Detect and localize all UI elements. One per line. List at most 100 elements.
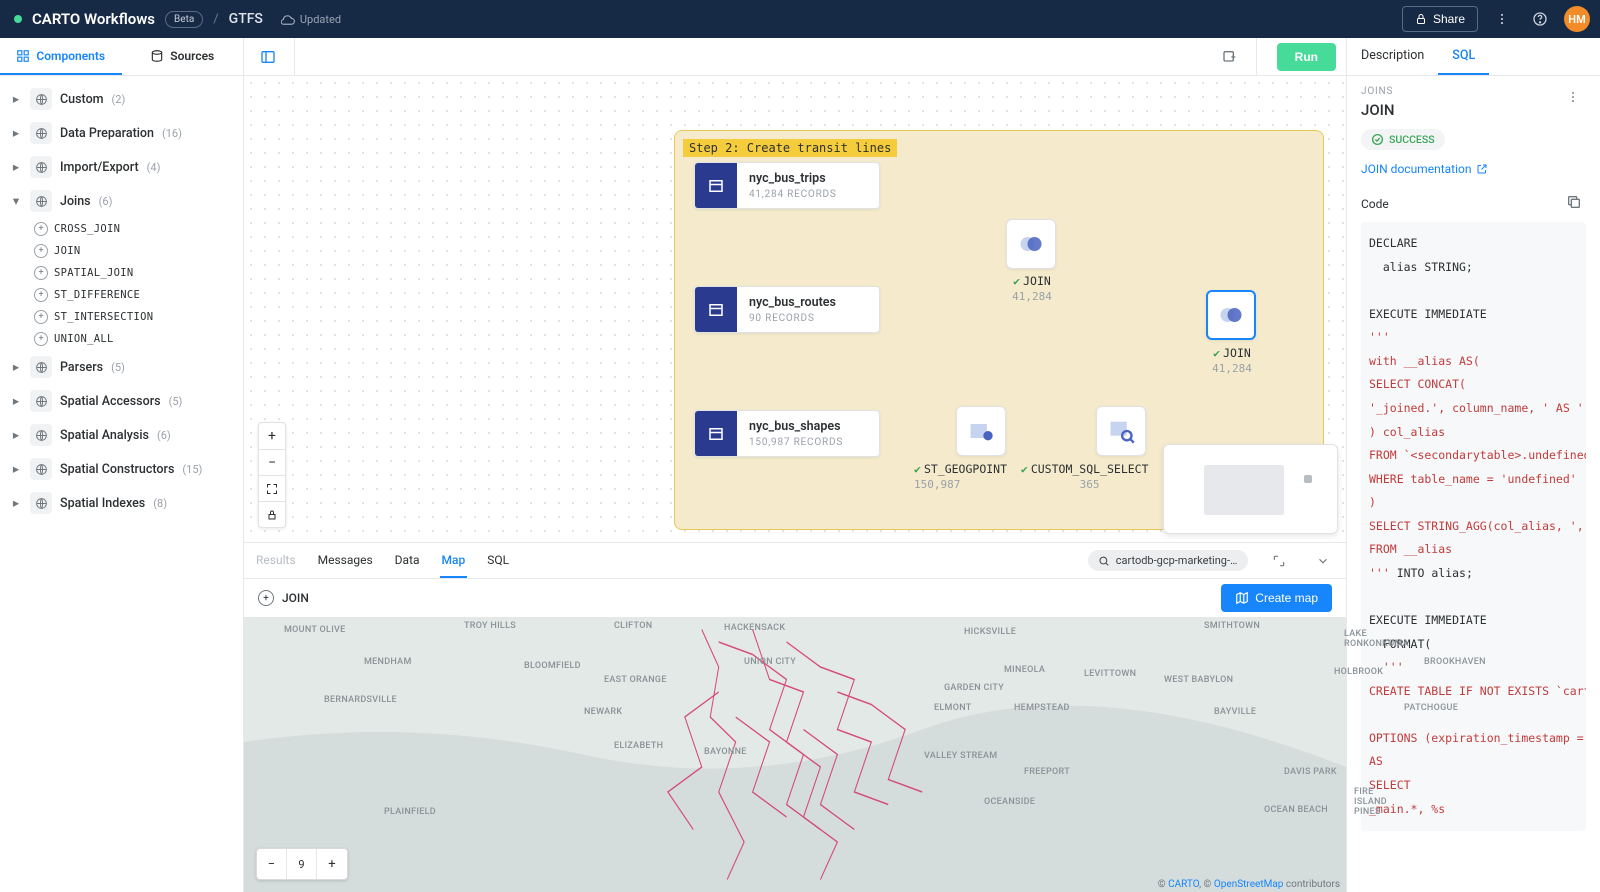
chevron-icon: ▸ (10, 393, 22, 409)
check-circle-icon (1371, 133, 1384, 146)
category-count: (16) (162, 127, 182, 140)
sidebar-category[interactable]: ▸ Import/Export (4) (4, 150, 239, 184)
avatar[interactable]: HM (1564, 6, 1590, 32)
map-city-label: EAST ORANGE (604, 675, 667, 685)
panel-menu-icon[interactable] (1560, 84, 1586, 110)
share-button[interactable]: Share (1402, 6, 1478, 32)
component-name: ST_DIFFERENCE (54, 289, 140, 301)
node-nyc-bus-routes[interactable]: nyc_bus_routes90 records (694, 286, 880, 333)
category-name: Spatial Analysis (60, 428, 149, 443)
tab-sql-right[interactable]: SQL (1438, 38, 1489, 75)
tab-results[interactable]: Results (254, 544, 298, 578)
category-count: (4) (147, 161, 161, 174)
node-nyc-bus-shapes[interactable]: nyc_bus_shapes150,987 records (694, 410, 880, 457)
breadcrumb-workflow[interactable]: GTFS (229, 11, 263, 27)
globe-icon (30, 390, 52, 412)
sidebar-component-item[interactable]: +SPATIAL_JOIN (4, 262, 239, 284)
tab-map[interactable]: Map (440, 544, 468, 578)
map-city-label: FIRE ISLAND PINES (1354, 787, 1387, 817)
sidebar-category[interactable]: ▸ Parsers (5) (4, 350, 239, 384)
node-op-count: 41,284 (992, 290, 1072, 303)
carto-link[interactable]: CARTO (1168, 879, 1199, 890)
tab-sql[interactable]: SQL (485, 544, 511, 578)
chevron-icon: ▸ (10, 461, 22, 477)
component-name: ST_INTERSECTION (54, 311, 153, 323)
map-city-label: MENDHAM (364, 657, 412, 667)
node-join-2-selected[interactable] (1206, 290, 1256, 340)
category-count: (6) (99, 195, 113, 208)
zoom-in-button[interactable]: + (259, 423, 285, 449)
tab-data[interactable]: Data (393, 544, 422, 578)
components-icon (16, 49, 30, 63)
node-subtitle: 150,987 records (749, 437, 843, 448)
map-zoom-in[interactable]: + (317, 849, 347, 879)
map-city-label: HACKENSACK (724, 623, 785, 633)
map-viewport[interactable]: MOUNT OLIVETROY HILLSCLIFTONHACKENSACKHI… (244, 617, 1346, 892)
connection-text: cartodb-gcp-marketing-t… (1116, 554, 1238, 567)
node-nyc-bus-trips[interactable]: nyc_bus_trips41,284 records (694, 162, 880, 209)
sidebar-component-item[interactable]: +UNION_ALL (4, 328, 239, 350)
sidebar-category[interactable]: ▸ Spatial Accessors (5) (4, 384, 239, 418)
tab-description[interactable]: Description (1347, 38, 1438, 75)
map-zoom-out[interactable]: − (257, 849, 287, 879)
zoom-fit-button[interactable] (259, 475, 285, 501)
map-city-label: VALLEY STREAM (924, 751, 997, 761)
sidebar-component-item[interactable]: +JOIN (4, 240, 239, 262)
zoom-out-button[interactable]: − (259, 449, 285, 475)
sidebar-component-item[interactable]: +ST_INTERSECTION (4, 306, 239, 328)
expand-panel-icon[interactable] (1266, 548, 1292, 574)
sidebar-category[interactable]: ▸ Spatial Indexes (8) (4, 486, 239, 520)
copy-code-icon[interactable] (1566, 194, 1586, 214)
node-op-count: 150,987 (914, 478, 960, 491)
node-subtitle: 90 records (749, 313, 836, 324)
map-city-label: GARDEN CITY (944, 683, 1004, 693)
connection-pill[interactable]: cartodb-gcp-marketing-t… (1088, 550, 1248, 571)
add-layer-icon[interactable]: + (258, 590, 274, 606)
globe-icon (30, 458, 52, 480)
minimap[interactable] (1163, 444, 1338, 534)
bottom-panel: Results Messages Data Map SQL cartodb-gc… (244, 542, 1346, 892)
chevron-icon: ▾ (10, 193, 22, 209)
documentation-link[interactable]: JOIN documentation (1361, 162, 1586, 176)
sidebar-category[interactable]: ▸ Spatial Constructors (15) (4, 452, 239, 486)
node-join-1[interactable] (1006, 219, 1056, 269)
kebab-menu-icon[interactable] (1488, 5, 1516, 33)
node-op-name: JOIN (1223, 346, 1251, 360)
tab-components[interactable]: Components (0, 38, 122, 75)
zoom-lock-button[interactable] (259, 501, 285, 527)
category-name: Import/Export (60, 160, 139, 175)
category-name: Spatial Indexes (60, 496, 145, 511)
tab-sources-label: Sources (170, 49, 214, 63)
sidebar-category[interactable]: ▸ Data Preparation (16) (4, 116, 239, 150)
node-custom-sql[interactable] (1096, 406, 1146, 456)
globe-icon (30, 122, 52, 144)
sidebar-component-item[interactable]: +CROSS_JOIN (4, 218, 239, 240)
sidebar-component-item[interactable]: +ST_DIFFERENCE (4, 284, 239, 306)
add-module-icon[interactable] (1216, 43, 1244, 71)
osm-link[interactable]: OpenStreetMap (1214, 879, 1284, 890)
sql-code-block[interactable]: DECLARE alias STRING; EXECUTE IMMEDIATE … (1361, 222, 1586, 831)
code-label: Code (1361, 197, 1389, 211)
venn-icon (1017, 230, 1045, 258)
node-st-geogpoint[interactable] (956, 406, 1006, 456)
sources-icon (150, 49, 164, 63)
map-city-label: UNION CITY (744, 657, 796, 667)
sync-status-text: Updated (300, 13, 341, 26)
chevron-icon: ▸ (10, 359, 22, 375)
tab-sources[interactable]: Sources (122, 38, 244, 75)
sidebar-category[interactable]: ▾ Joins (6) (4, 184, 239, 218)
map-city-label: LEVITTOWN (1084, 669, 1136, 679)
panel-toggle-icon[interactable] (254, 43, 282, 71)
tab-messages[interactable]: Messages (316, 544, 375, 578)
sidebar-category[interactable]: ▸ Custom (2) (4, 82, 239, 116)
collapse-panel-icon[interactable] (1310, 548, 1336, 574)
create-map-button[interactable]: Create map (1221, 584, 1332, 612)
map-city-label: WEST BABYLON (1164, 675, 1233, 685)
workflow-canvas[interactable]: Step 2: Create transit lines nyc_bus_tri… (244, 76, 1346, 542)
sidebar-category[interactable]: ▸ Spatial Analysis (6) (4, 418, 239, 452)
globe-icon (30, 492, 52, 514)
add-icon: + (34, 222, 48, 236)
run-button[interactable]: Run (1277, 43, 1336, 71)
right-panel: Description SQL JOINS JOIN SUCCESS JOIN … (1346, 38, 1600, 892)
help-icon[interactable] (1526, 5, 1554, 33)
